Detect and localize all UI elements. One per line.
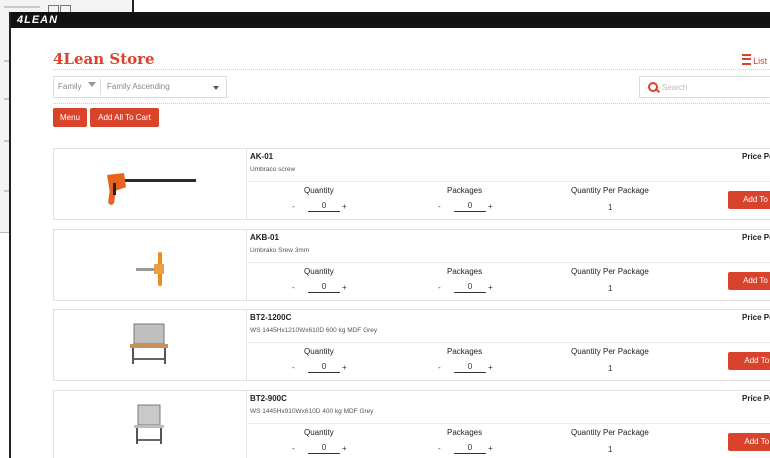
product-code: AK-01 [250,152,274,161]
divider [454,211,486,212]
app-logo: 4LEAN [17,14,59,26]
filter-icon[interactable] [88,82,96,87]
increment-button[interactable]: + [342,202,347,211]
product-card: BT2-1200C WS 1445Hx1210Wx610D 600 kg MDF… [53,309,770,381]
quantity-value[interactable]: 0 [314,362,334,371]
product-description: WS 1445Hx910Wx610D 400 kg MDF Grey [250,408,374,415]
divider [308,292,340,293]
packages-header: Packages [447,428,483,437]
sort-value: Family Ascending [107,82,170,91]
divider [454,292,486,293]
product-description: Umbraco screw [250,166,296,173]
qty-per-package-header: Quantity Per Package [571,347,649,356]
search-placeholder: Search [662,83,688,92]
decrement-button[interactable]: - [292,283,295,292]
qty-per-package-header: Quantity Per Package [571,186,649,195]
add-to-cart-button[interactable]: Add To Ca [728,352,770,370]
divider [248,423,770,424]
search-input[interactable]: Search [639,76,770,98]
divider [308,453,340,454]
packages-header: Packages [447,267,483,276]
decrement-button[interactable]: - [292,202,295,211]
quantity-header: Quantity [304,428,334,437]
quantity-header: Quantity [304,267,334,276]
quantity-value[interactable]: 0 [314,443,334,452]
quantity-header: Quantity [304,186,334,195]
packages-value[interactable]: 0 [460,443,480,452]
view-toggle-list[interactable]: List | [742,54,770,66]
product-code: AKB-01 [250,233,279,242]
increment-button[interactable]: + [342,444,347,453]
product-code: BT2-1200C [250,313,292,322]
window-title-bar: 4LEAN [11,12,770,28]
packages-value[interactable]: 0 [460,362,480,371]
decrement-button[interactable]: - [438,202,441,211]
product-card: AKB-01 Umbrako Srew 3mm Price Per Quanti… [53,229,770,301]
product-code: BT2-900C [250,394,287,403]
product-image [54,149,247,219]
quantity-header: Quantity [304,347,334,356]
product-description: Umbrako Srew 3mm [250,247,310,254]
divider [248,181,770,182]
add-to-cart-button[interactable]: Add To Car [728,272,770,290]
divider [100,79,101,95]
qty-per-package-value: 1 [608,364,613,373]
decrement-button[interactable]: - [292,363,295,372]
increment-button[interactable]: + [342,363,347,372]
qty-per-package-header: Quantity Per Package [571,267,649,276]
increment-button[interactable]: + [488,444,493,453]
decrement-button[interactable]: - [438,283,441,292]
family-sort-select[interactable]: Family Family Ascending [53,76,227,98]
decrement-button[interactable]: - [438,363,441,372]
increment-button[interactable]: + [488,202,493,211]
divider [53,69,770,70]
packages-header: Packages [447,186,483,195]
product-image [54,310,247,380]
divider [248,342,770,343]
decrement-button[interactable]: - [292,444,295,453]
view-toggle-label: List | [753,56,770,66]
increment-button[interactable]: + [488,363,493,372]
divider [308,372,340,373]
quantity-value[interactable]: 0 [314,201,334,210]
add-all-to-cart-button[interactable]: Add All To Cart [90,108,159,127]
qty-per-package-value: 1 [608,203,613,212]
list-icon [742,54,752,65]
divider [454,372,486,373]
add-to-cart-button[interactable]: Add To Car [728,191,770,209]
packages-value[interactable]: 0 [460,201,480,210]
product-description: WS 1445Hx1210Wx610D 600 kg MDF Grey [250,327,378,334]
menu-button[interactable]: Menu [53,108,87,127]
add-to-cart-button[interactable]: Add To Ca [728,433,770,451]
product-image [54,230,247,300]
divider [454,453,486,454]
product-card: BT2-900C WS 1445Hx910Wx610D 400 kg MDF G… [53,390,770,458]
divider [53,103,770,104]
price-label: Price Per U [742,394,770,403]
family-filter-label: Family [58,82,82,91]
chevron-down-icon[interactable] [213,86,219,90]
increment-button[interactable]: + [342,283,347,292]
increment-button[interactable]: + [488,283,493,292]
packages-value[interactable]: 0 [460,282,480,291]
price-label: Price Per [742,233,770,242]
store-window: 4LEAN 4Lean Store List | Family Family A… [9,12,770,458]
divider [308,211,340,212]
decrement-button[interactable]: - [438,444,441,453]
page-title: 4Lean Store [53,50,155,68]
qty-per-package-header: Quantity Per Package [571,428,649,437]
packages-header: Packages [447,347,483,356]
price-label: Price Per U [742,313,770,322]
qty-per-package-value: 1 [608,284,613,293]
product-card: AK-01 Umbraco screw Price Per Quantity P… [53,148,770,220]
quantity-value[interactable]: 0 [314,282,334,291]
price-label: Price Per [742,152,770,161]
product-image [54,391,247,458]
divider [248,262,770,263]
background-text-line [4,6,40,8]
qty-per-package-value: 1 [608,445,613,454]
search-icon [648,82,658,92]
